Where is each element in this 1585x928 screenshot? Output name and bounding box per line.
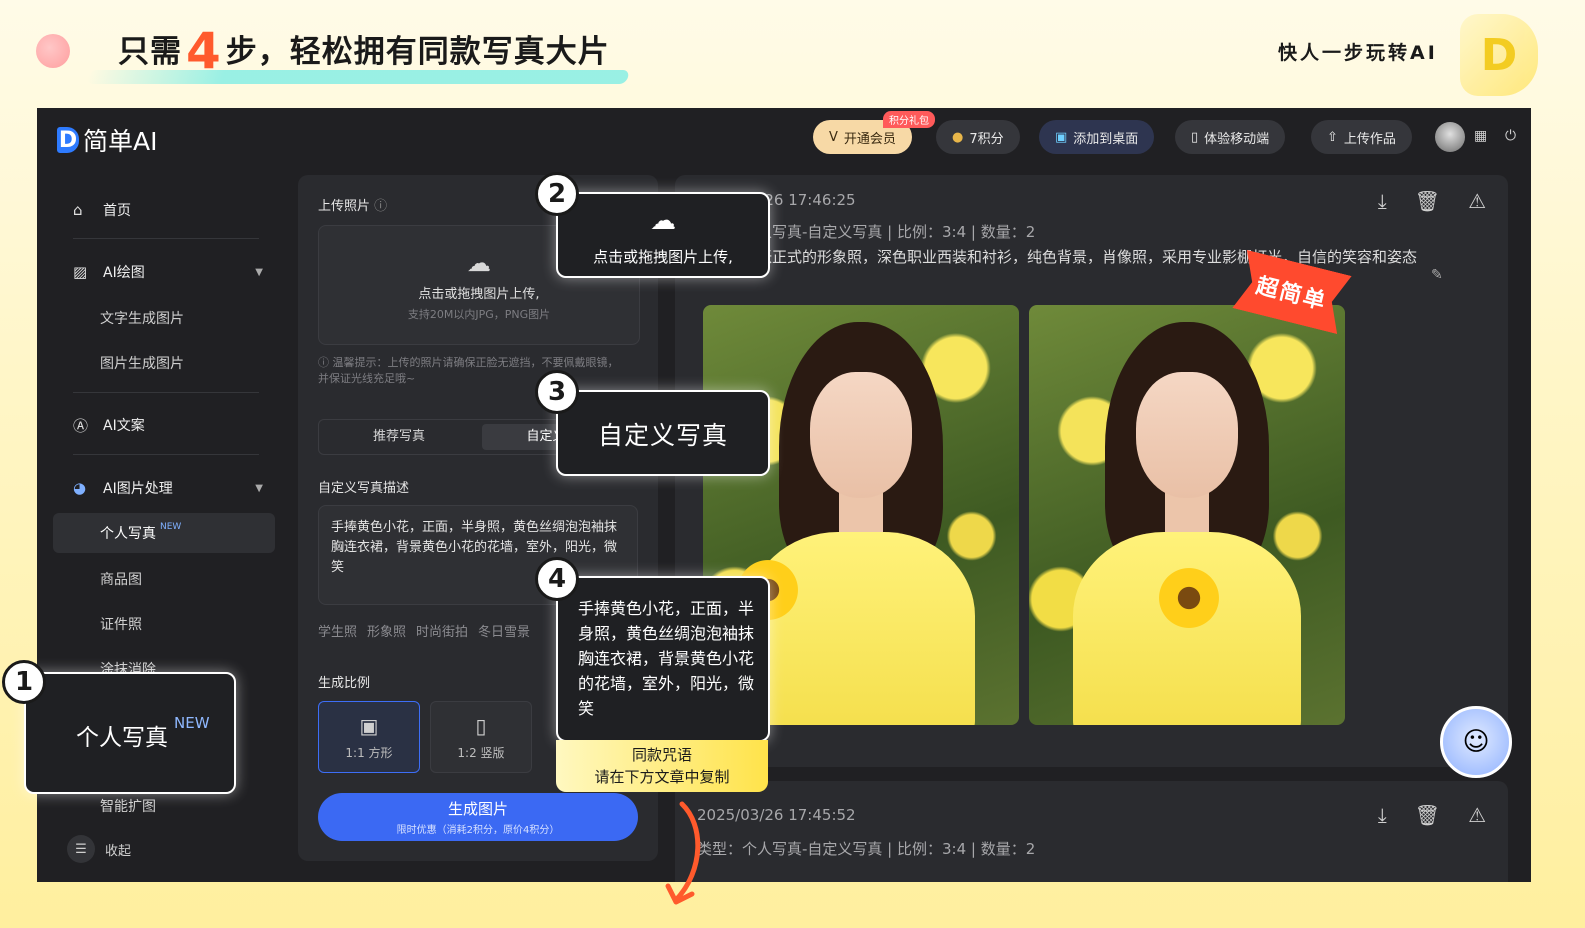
add-to-desktop-button[interactable]: ▣ 添加到桌面: [1039, 120, 1155, 154]
image-icon: ▨: [73, 263, 88, 281]
step-4-number: 4: [535, 557, 579, 601]
result-card: 2025/03/26 17:45:52 类型：个人写真-自定义写真 | 比例：3…: [675, 781, 1508, 882]
trash-icon[interactable]: 🗑: [1415, 803, 1440, 827]
edit-icon[interactable]: ✎: [1431, 267, 1443, 283]
chip[interactable]: 形象照: [367, 621, 406, 640]
upload-title: 上传照片 ⓘ: [318, 199, 388, 214]
upload-work-button[interactable]: ⇧ 上传作品: [1311, 120, 1412, 154]
trash-icon[interactable]: 🗑: [1415, 189, 1440, 213]
result-card: 2025/03/26 17:46:25 类型：个人写真-自定义写真 | 比例：3…: [675, 175, 1508, 767]
upload-icon: ⇧: [1327, 129, 1338, 145]
banner-headline: 只需4 步，轻松拥有同款写真大片: [118, 22, 610, 80]
sidebar-item-ai-image-process[interactable]: ◕ AI图片处理 ▼: [53, 468, 275, 508]
app-window: D 简单AI V 开通会员 积分礼包 ● 7积分 ▣ 添加到桌面 ▯ 体验移动端 ⇧ 上传…: [37, 108, 1531, 882]
coin-icon: ●: [952, 129, 964, 145]
callout-step-4: 手捧黄色小花，正面，半身照，黄色丝绸泡泡袖抹胸连衣裙，背景黄色小花的花墙，室外，…: [556, 576, 770, 742]
upload-main-text: 点击或拖拽图片上传,: [418, 286, 540, 302]
callout-step-2: ☁ 点击或拖拽图片上传,: [556, 192, 770, 278]
results-area: 2025/03/26 17:46:25 类型：个人写真-自定义写真 | 比例：3…: [675, 175, 1508, 882]
logo-d-icon: D: [57, 127, 79, 153]
grid-icon[interactable]: ▦: [1474, 128, 1487, 144]
divider: [73, 392, 259, 393]
result-photo[interactable]: [1029, 305, 1345, 725]
top-bar: D 简单AI V 开通会员 积分礼包 ● 7积分 ▣ 添加到桌面 ▯ 体验移动端 ⇧ 上传…: [37, 108, 1531, 168]
ai-text-icon: Ⓐ: [73, 416, 89, 435]
brand-name: 简单AI: [83, 127, 158, 156]
brand-logo[interactable]: D 简单AI: [57, 122, 157, 158]
ratio-square[interactable]: ▣ 1:1 方形: [318, 701, 420, 773]
help-icon[interactable]: ⓘ: [374, 199, 387, 214]
sidebar-item-portrait[interactable]: 个人写真 NEW: [53, 513, 275, 553]
sidebar-item-ai-drawing[interactable]: ▨ AI绘图 ▼: [53, 252, 275, 292]
vip-icon: V: [829, 129, 838, 145]
sidebar-item-text-to-image[interactable]: 文字生成图片: [53, 298, 275, 338]
collapse-icon: ☰: [67, 835, 95, 863]
power-icon[interactable]: ⏻: [1505, 128, 1516, 144]
upload-tip: ⓘ 温馨提示：上传的照片请确保正脸无遮挡，不要佩戴眼镜，并保证光线充足哦~: [318, 356, 619, 385]
assistant-robot-icon[interactable]: ☺: [1440, 706, 1512, 778]
collapse-button[interactable]: ☰ 收起: [67, 835, 131, 863]
mobile-button[interactable]: ▯ 体验移动端: [1175, 120, 1286, 154]
chip[interactable]: 冬日雪景: [478, 621, 530, 640]
decor-circle: [36, 34, 70, 68]
ratio-title: 生成比例: [318, 676, 371, 691]
step-count: 4: [186, 22, 222, 80]
callout-step-1: 个人写真NEW: [24, 672, 236, 794]
sidebar-item-home[interactable]: ⌂ 首页: [53, 190, 275, 230]
avatar[interactable]: [1435, 122, 1465, 152]
step-3-number: 3: [535, 370, 579, 414]
result-actions: ⤓ 🗑 ⚠: [1378, 189, 1486, 213]
chevron-down-icon: ▼: [255, 482, 263, 494]
ratio-portrait[interactable]: ▯ 1:2 竖版: [430, 701, 532, 773]
cloud-upload-icon: ☁: [650, 206, 676, 236]
palette-icon: ◕: [73, 479, 87, 497]
desc-title: 自定义写真描述: [318, 481, 410, 496]
ratio-options: ▣ 1:1 方形 ▯ 1:2 竖版: [318, 701, 532, 773]
brand-3d-logo: D: [1460, 14, 1538, 96]
sidebar-item-image-to-image[interactable]: 图片生成图片: [53, 343, 275, 383]
tab-recommended[interactable]: 推荐写真: [322, 424, 476, 450]
chip[interactable]: 时尚街拍: [416, 621, 468, 640]
new-badge: NEW: [160, 522, 182, 532]
chevron-down-icon: ▼: [255, 266, 263, 278]
warning-icon[interactable]: ⚠: [1468, 189, 1486, 213]
warning-icon[interactable]: ⚠: [1468, 803, 1486, 827]
download-icon[interactable]: ⤓: [1378, 803, 1387, 827]
result-type: 类型：个人写真-自定义写真 | 比例：3:4 | 数量：2: [697, 840, 1036, 858]
points-button[interactable]: ● 7积分: [936, 120, 1020, 154]
style-chips: 学生照 形象照 时尚街拍 冬日雪景: [318, 621, 530, 640]
copy-spell-bar: 同款咒语 请在下方文章中复制: [556, 740, 768, 792]
phone-icon: ▯: [1191, 129, 1199, 145]
step-2-number: 2: [535, 172, 579, 216]
generate-button[interactable]: 生成图片 限时优惠（消耗2积分，原价4积分）: [318, 793, 638, 841]
chip[interactable]: 学生照: [318, 621, 357, 640]
arrow-down-icon: [665, 801, 701, 905]
sidebar-item-ai-copy[interactable]: Ⓐ AI文案: [53, 405, 275, 445]
cloud-upload-icon: ☁: [467, 248, 491, 277]
divider: [73, 238, 259, 239]
download-icon[interactable]: ⤓: [1378, 189, 1387, 213]
desktop-icon: ▣: [1055, 129, 1068, 145]
result-actions: ⤓ 🗑 ⚠: [1378, 803, 1486, 827]
upload-sub-text: 支持20M以内JPG，PNG图片: [407, 307, 551, 321]
callout-step-3: 自定义写真: [556, 390, 770, 476]
square-icon: ▣: [359, 713, 379, 738]
result-date: 2025/03/26 17:45:52: [697, 806, 856, 824]
banner-tagline: 快人一步玩转AI: [1278, 42, 1438, 64]
portrait-ratio-icon: ▯: [475, 713, 487, 738]
divider: [73, 454, 259, 455]
info-icon: ⓘ: [318, 356, 333, 369]
sidebar-item-id-photo[interactable]: 证件照: [53, 604, 275, 644]
gift-badge: 积分礼包: [883, 111, 935, 128]
sidebar-item-product-image[interactable]: 商品图: [53, 559, 275, 599]
step-1-number: 1: [2, 660, 46, 704]
home-icon: ⌂: [73, 201, 83, 219]
